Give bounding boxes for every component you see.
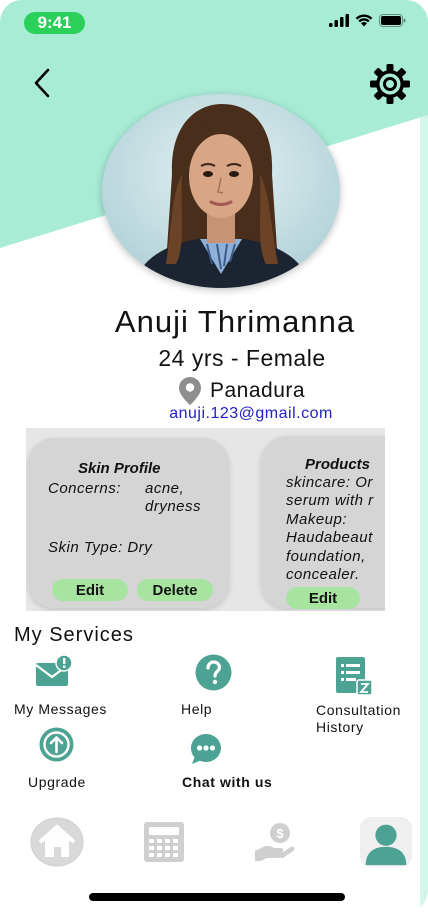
profile-photo [102,94,340,288]
products-line-1: skincare: Or [286,474,373,491]
products-line-5: foundation, [286,548,366,565]
concerns-value-1: acne, [145,480,185,497]
nav-payments[interactable]: $ [247,812,303,872]
profile-location: Panadura [178,376,305,406]
chat-icon[interactable] [190,733,222,765]
calculator-icon [144,822,184,862]
profile-icon [359,816,413,868]
products-title: Products [305,456,371,473]
settings-gear-icon[interactable] [368,62,412,106]
concerns-label: Concerns: [48,480,121,497]
skin-edit-button[interactable]: Edit [52,579,128,601]
mail-alert-icon[interactable] [35,654,73,688]
service-help[interactable]: Help [181,701,212,717]
service-consultation-history-line1[interactable]: Consultation [316,702,401,718]
home-icon [30,817,84,867]
skin-profile-title: Skin Profile [78,460,161,477]
products-card: Products skincare: Or serum with r Makeu… [261,436,385,609]
history-icon[interactable] [335,656,373,696]
payment-icon: $ [255,823,295,861]
products-line-2: serum with r [286,492,374,509]
location-text: Panadura [210,379,306,402]
profile-name: Anuji Thrimanna [114,304,356,339]
svg-text:$: $ [276,826,284,841]
service-upgrade[interactable]: Upgrade [28,774,86,790]
location-pin-icon [179,377,201,405]
skin-profile-card: Skin Profile Concerns: acne, dryness Ski… [28,438,229,608]
service-chat-with-us[interactable]: Chat with us [182,774,272,790]
skin-delete-button[interactable]: Delete [137,579,213,601]
concerns-value-2: dryness [145,498,202,515]
skin-type-text: Skin Type: Dry [48,539,153,556]
service-consultation-history-line2[interactable]: History [316,719,364,735]
profile-email[interactable]: anuji.123@gmail.com [0,405,428,423]
nav-home[interactable] [29,812,85,872]
home-indicator [89,893,345,901]
products-line-3: Makeup: [286,511,348,528]
service-my-messages[interactable]: My Messages [14,701,107,717]
status-time: 9:41 [24,12,85,34]
status-icons [329,14,406,27]
signal-icon [329,14,349,27]
portrait-image [102,94,340,288]
nav-profile[interactable] [358,812,414,872]
help-icon[interactable] [195,654,232,691]
battery-icon [379,14,406,27]
back-arrow-icon[interactable] [30,66,60,100]
nav-calculator[interactable] [136,812,192,872]
products-line-6: concealer. [286,566,360,583]
products-edit-button[interactable]: Edit [286,587,360,609]
products-line-4: Haudabeaut [286,529,373,546]
profile-cards-carousel[interactable]: Skin Profile Concerns: acne, dryness Ski… [26,428,385,611]
upgrade-icon[interactable] [39,727,74,762]
services-heading: My Services [14,624,134,646]
wifi-icon [355,14,373,27]
profile-age-gender: 24 yrs - Female [158,345,326,371]
phone-frame: 9:41 Anuji Thrimanna 24 yrs - Female Pan… [0,0,428,912]
